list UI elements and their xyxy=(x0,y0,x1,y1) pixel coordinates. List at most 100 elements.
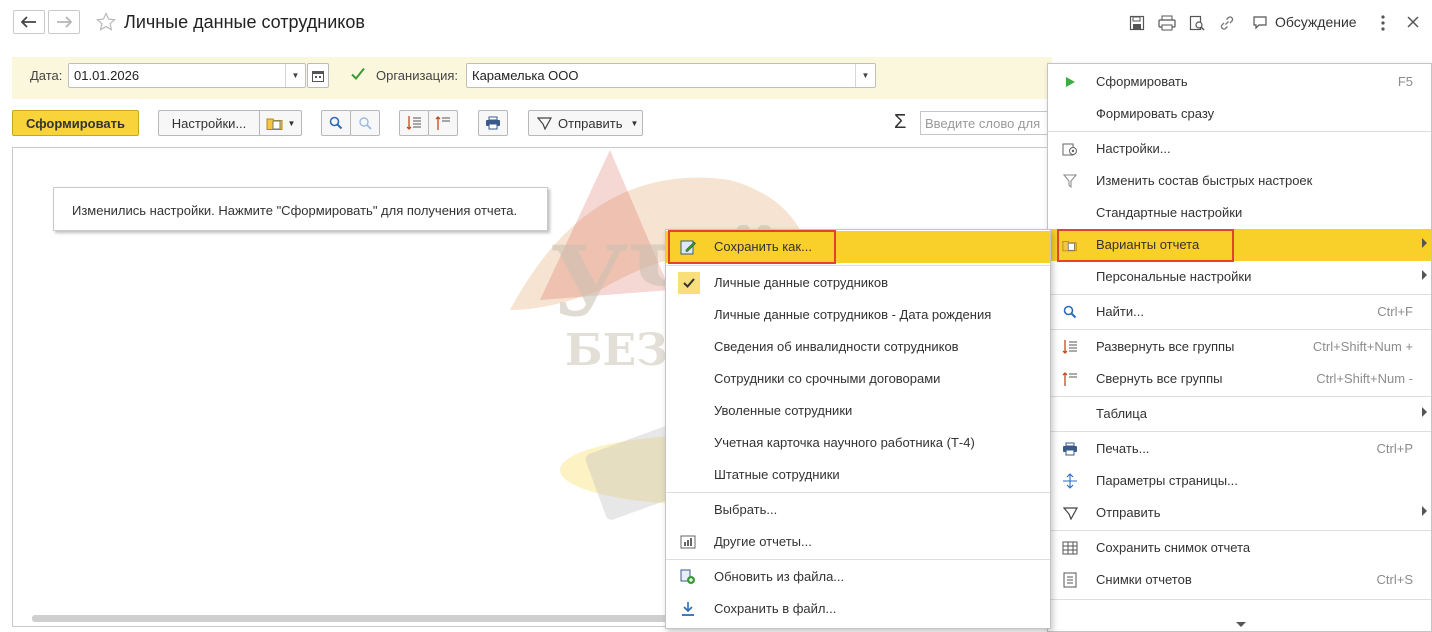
send-icon xyxy=(537,116,552,130)
generate-button[interactable]: Сформировать xyxy=(12,110,139,136)
menu-item[interactable]: Печать... Ctrl+P xyxy=(1048,433,1431,465)
menu-item-label: Выбрать... xyxy=(714,502,778,517)
menu-separator xyxy=(666,265,1050,266)
menu-item-label: Отправить xyxy=(1096,505,1161,520)
menu-item[interactable]: Таблица xyxy=(1048,398,1431,430)
settings-icon xyxy=(1062,141,1078,157)
menu-item[interactable]: Личные данные сотрудников - Дата рождени… xyxy=(666,299,1050,331)
report-variants-submenu: Сохранить как... Личные данные сотруднико… xyxy=(665,229,1051,629)
menu-separator xyxy=(1048,294,1431,295)
snapshots-icon xyxy=(1062,572,1078,588)
sum-icon[interactable]: Σ xyxy=(894,111,906,134)
submenu-arrow-icon xyxy=(1422,238,1427,248)
arrow-left-icon xyxy=(21,16,36,28)
menu-item[interactable]: Обновить из файла... xyxy=(666,561,1050,593)
menu-separator xyxy=(1048,329,1431,330)
menu-item[interactable]: Свернуть все группы Ctrl+Shift+Num - xyxy=(1048,363,1431,395)
submenu-arrow-icon xyxy=(1422,506,1427,516)
menu-item[interactable]: Стандартные настройки xyxy=(1048,197,1431,229)
menu-item[interactable]: Снимки отчетов Ctrl+S xyxy=(1048,564,1431,596)
scroll-down-icon[interactable] xyxy=(1236,622,1246,627)
menu-item-label: Обновить из файла... xyxy=(714,569,845,584)
date-value: 01.01.2026 xyxy=(74,68,140,83)
other-reports-icon xyxy=(680,534,696,550)
favorite-star-icon[interactable] xyxy=(95,12,117,35)
menu-item-label: Сформировать xyxy=(1096,74,1188,89)
horizontal-scrollbar[interactable] xyxy=(32,615,672,622)
submenu-arrow-icon xyxy=(1422,407,1427,417)
organization-field[interactable]: Карамелька ООО ▼ xyxy=(466,63,876,88)
calendar-button[interactable] xyxy=(307,63,329,88)
menu-item[interactable]: Сведения об инвалидности сотрудников xyxy=(666,331,1050,363)
send-icon xyxy=(1062,505,1078,521)
menu-separator xyxy=(666,559,1050,560)
preview-icon[interactable] xyxy=(1188,14,1206,32)
highlight-frame xyxy=(668,230,836,264)
menu-item[interactable]: Другие отчеты... xyxy=(666,526,1050,558)
send-label: Отправить xyxy=(558,115,623,131)
menu-item[interactable]: Сотрудники со срочными договорами xyxy=(666,363,1050,395)
link-icon[interactable] xyxy=(1218,14,1236,32)
menu-item[interactable]: Выбрать... xyxy=(666,494,1050,526)
date-field[interactable]: 01.01.2026 ▼ xyxy=(68,63,306,88)
menu-item[interactable]: Параметры страницы... xyxy=(1048,465,1431,497)
find-next-button[interactable] xyxy=(350,110,380,136)
report-variants-dropdown[interactable]: ▼ xyxy=(259,110,302,136)
update-from-file-icon xyxy=(680,569,696,585)
expand-groups-button[interactable] xyxy=(399,110,429,136)
find-button[interactable] xyxy=(321,110,351,136)
menu-item-label: Сотрудники со срочными договорами xyxy=(714,371,941,386)
menu-item[interactable]: Изменить состав быстрых настроек xyxy=(1048,165,1431,197)
refresh-search-icon xyxy=(359,117,372,130)
print-icon[interactable] xyxy=(1158,14,1176,32)
menu-item[interactable]: Личные данные сотрудников xyxy=(666,267,1050,299)
menu-item[interactable]: Сохранить в файл... xyxy=(666,593,1050,625)
collapse-groups-button[interactable] xyxy=(428,110,458,136)
menu-item-label: Уволенные сотрудники xyxy=(714,403,853,418)
expand-groups-icon xyxy=(406,116,421,130)
organization-checkbox[interactable] xyxy=(350,66,366,85)
checkmark-icon xyxy=(351,67,365,80)
send-button[interactable]: Отправить ▼ xyxy=(528,110,643,136)
menu-item-label: Штатные сотрудники xyxy=(714,467,840,482)
menu-item-label: Параметры страницы... xyxy=(1096,473,1238,488)
discussion-button[interactable]: Обсуждение xyxy=(1252,14,1357,30)
menu-item-label: Сохранить в файл... xyxy=(714,601,837,616)
menu-item[interactable]: Развернуть все группы Ctrl+Shift+Num + xyxy=(1048,331,1431,363)
save-icon[interactable] xyxy=(1128,14,1146,32)
menu-item[interactable]: Персональные настройки xyxy=(1048,261,1431,293)
back-button[interactable] xyxy=(13,10,45,34)
search-input[interactable]: Введите слово для xyxy=(920,111,1060,135)
chevron-down-icon: ▼ xyxy=(287,118,296,128)
menu-separator xyxy=(1048,599,1431,600)
menu-item[interactable]: Уволенные сотрудники xyxy=(666,395,1050,427)
menu-item-label: Найти... xyxy=(1096,304,1144,319)
chevron-down-icon[interactable]: ▼ xyxy=(855,64,875,87)
arrow-right-icon xyxy=(57,16,72,28)
menu-item-label: Таблица xyxy=(1096,406,1147,421)
settings-button[interactable]: Настройки... xyxy=(158,110,260,136)
menu-separator xyxy=(1048,431,1431,432)
close-icon[interactable] xyxy=(1406,15,1420,32)
menu-item[interactable]: Отправить xyxy=(1048,497,1431,529)
discussion-label: Обсуждение xyxy=(1275,14,1357,30)
menu-item[interactable]: Найти... Ctrl+F xyxy=(1048,296,1431,328)
menu-item-shortcut: Ctrl+Shift+Num - xyxy=(1316,371,1413,386)
report-variants-icon xyxy=(266,118,283,130)
menu-item[interactable]: Настройки... xyxy=(1048,133,1431,165)
more-vertical-icon[interactable] xyxy=(1378,14,1388,35)
print-button[interactable] xyxy=(478,110,508,136)
chevron-down-icon[interactable]: ▼ xyxy=(285,64,305,87)
menu-item[interactable]: Сохранить снимок отчета xyxy=(1048,532,1431,564)
menu-item-label: Стандартные настройки xyxy=(1096,205,1243,220)
collapse-groups-icon xyxy=(435,116,450,130)
menu-item[interactable]: Учетная карточка научного работника (Т-4… xyxy=(666,427,1050,459)
chevron-down-icon: ▼ xyxy=(630,118,639,128)
highlight-frame xyxy=(1057,229,1234,262)
menu-item[interactable]: Штатные сотрудники xyxy=(666,459,1050,491)
menu-item[interactable]: Формировать сразу xyxy=(1048,98,1431,130)
menu-item-label: Формировать сразу xyxy=(1096,106,1215,121)
menu-item[interactable]: Сформировать F5 xyxy=(1048,66,1431,98)
menu-item-label: Развернуть все группы xyxy=(1096,339,1235,354)
forward-button[interactable] xyxy=(48,10,80,34)
